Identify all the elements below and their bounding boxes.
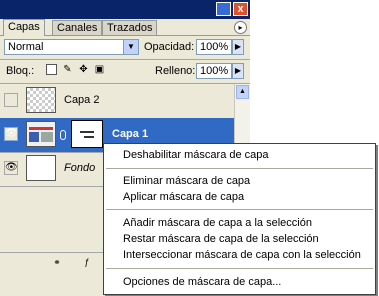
scroll-up-button[interactable]: ▲ bbox=[236, 85, 249, 99]
brush-icon[interactable]: ✎ bbox=[62, 64, 73, 75]
menu-separator bbox=[106, 268, 373, 269]
layer-style-icon[interactable]: ƒ bbox=[80, 256, 94, 268]
tab-canales[interactable]: Canales bbox=[52, 20, 103, 35]
menu-separator bbox=[106, 168, 373, 169]
layer-row[interactable]: Capa 2 bbox=[0, 84, 234, 119]
layer-name: Fondo bbox=[64, 162, 96, 174]
layer-name: Capa 2 bbox=[64, 94, 100, 106]
fill-field[interactable]: 100% bbox=[196, 63, 232, 79]
link-layers-icon[interactable]: ⚭ bbox=[50, 256, 64, 268]
lock-icon[interactable]: ▣ bbox=[94, 64, 105, 75]
panel-menu-button[interactable]: ▸ bbox=[234, 21, 247, 34]
fill-slider-button[interactable]: ▶ bbox=[232, 63, 244, 79]
menu-item-intersect-mask-selection[interactable]: Interseccionar máscara de capa con la se… bbox=[123, 249, 361, 261]
layer-thumbnail bbox=[26, 121, 56, 147]
layer-name: Capa 1 bbox=[112, 128, 149, 140]
opacity-label: Opacidad: bbox=[144, 41, 195, 53]
menu-item-mask-options[interactable]: Opciones de máscara de capa... bbox=[123, 276, 281, 288]
blend-mode-select[interactable]: Normal ▼ bbox=[4, 39, 139, 55]
panel-titlebar: x bbox=[0, 0, 250, 19]
menu-item-apply-mask[interactable]: Aplicar máscara de capa bbox=[123, 191, 244, 203]
panel-tabs: Capas Canales Trazados bbox=[0, 19, 250, 36]
layer-thumbnail bbox=[26, 155, 56, 181]
visibility-toggle[interactable] bbox=[4, 93, 18, 107]
tab-trazados[interactable]: Trazados bbox=[102, 20, 158, 35]
chevron-down-icon[interactable]: ▼ bbox=[123, 40, 138, 54]
menu-item-subtract-mask-selection[interactable]: Restar máscara de capa de la selección bbox=[123, 233, 319, 245]
eye-icon[interactable]: 👁 bbox=[4, 127, 18, 141]
menu-item-add-mask-selection[interactable]: Añadir máscara de capa a la selección bbox=[123, 217, 312, 229]
eye-icon[interactable]: 👁 bbox=[4, 161, 18, 175]
layer-thumbnail bbox=[26, 87, 56, 113]
mask-thumbnail[interactable] bbox=[71, 120, 103, 148]
opacity-slider-button[interactable]: ▶ bbox=[232, 39, 244, 55]
close-button[interactable]: x bbox=[233, 2, 248, 16]
blend-opacity-row: Normal ▼ Opacidad: 100% ▶ bbox=[0, 36, 250, 58]
minimize-button[interactable] bbox=[216, 2, 231, 16]
lock-fill-row: Bloq.: ✎ ✥ ▣ Relleno: 100% ▶ bbox=[0, 60, 250, 82]
opacity-field[interactable]: 100% bbox=[196, 39, 232, 55]
tab-capas[interactable]: Capas bbox=[3, 19, 45, 36]
fill-label: Relleno: bbox=[155, 65, 196, 77]
context-menu: Deshabilitar máscara de capa Eliminar má… bbox=[103, 143, 376, 295]
menu-separator bbox=[106, 209, 373, 210]
move-icon[interactable]: ✥ bbox=[78, 64, 89, 75]
link-icon[interactable] bbox=[60, 130, 66, 140]
lock-label: Bloq.: bbox=[6, 65, 35, 77]
blend-mode-value: Normal bbox=[8, 41, 44, 53]
menu-item-disable-mask[interactable]: Deshabilitar máscara de capa bbox=[123, 149, 269, 161]
menu-item-delete-mask[interactable]: Eliminar máscara de capa bbox=[123, 175, 250, 187]
lock-transparency-icon[interactable] bbox=[46, 64, 57, 75]
